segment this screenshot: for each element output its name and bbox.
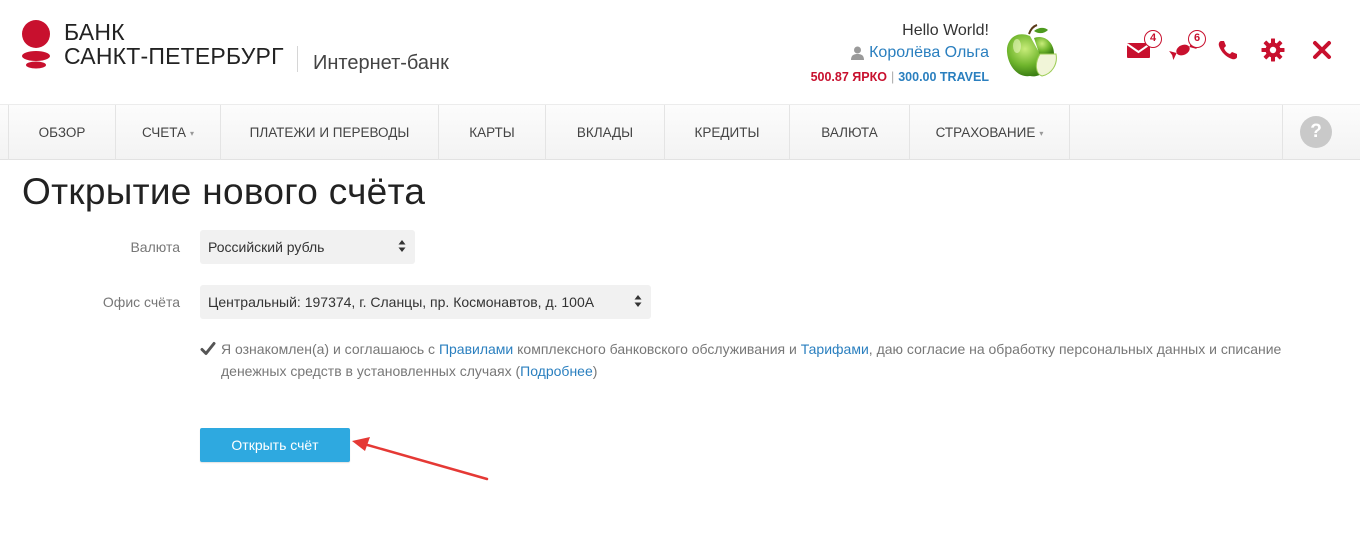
brand-line-2: САНКТ-ПЕТЕРБУРГ bbox=[64, 43, 284, 69]
nav-item-credits[interactable]: КРЕДИТЫ bbox=[665, 105, 790, 160]
rules-link[interactable]: Правилами bbox=[439, 341, 513, 357]
user-block: Hello World! Королёва Ольга 500.87 ЯРКО |… bbox=[811, 21, 989, 87]
nav-spacer bbox=[1282, 105, 1283, 160]
balances: 500.87 ЯРКО | 300.00 TRAVEL bbox=[811, 67, 989, 87]
logout-button[interactable] bbox=[1307, 36, 1337, 64]
nav-item-currency[interactable]: ВАЛЮТА bbox=[790, 105, 910, 160]
nav-item-label: ОБЗОР bbox=[38, 125, 86, 140]
brand-name[interactable]: БАНК САНКТ-ПЕТЕРБУРГ bbox=[64, 20, 284, 68]
gear-icon bbox=[1261, 38, 1285, 62]
annotation-arrow-icon bbox=[352, 437, 489, 481]
bonus-button[interactable]: 6 bbox=[1168, 30, 1206, 64]
select-arrows-icon bbox=[398, 240, 406, 252]
nav-item-label: КРЕДИТЫ bbox=[694, 125, 760, 140]
bonus-badge: 6 bbox=[1188, 30, 1206, 48]
nav-item-cards[interactable]: КАРТЫ bbox=[439, 105, 546, 160]
balance-separator: | bbox=[890, 70, 895, 84]
nav-item-label: СЧЕТА bbox=[141, 125, 187, 140]
bank-logo-icon bbox=[22, 20, 50, 69]
greeting: Hello World! bbox=[902, 22, 989, 39]
select-arrows-icon bbox=[634, 295, 642, 307]
user-name-link[interactable]: Королёва Ольга bbox=[851, 41, 989, 65]
more-link[interactable]: Подробнее bbox=[520, 363, 593, 379]
nav-item-label: ВАЛЮТА bbox=[821, 125, 878, 140]
brand-subtitle: Интернет-банк bbox=[313, 52, 449, 74]
office-label: Офис счёта bbox=[102, 294, 180, 310]
nav-item-label: ВКЛАДЫ bbox=[576, 125, 634, 140]
messages-badge: 4 bbox=[1144, 30, 1162, 48]
settings-button[interactable] bbox=[1258, 36, 1288, 64]
help-icon[interactable]: ? bbox=[1300, 116, 1332, 148]
currency-label: Валюта bbox=[130, 239, 180, 255]
header: БАНК САНКТ-ПЕТЕРБУРГ Интернет-банк Hello… bbox=[0, 0, 1360, 104]
nav-item-deposits[interactable]: ВКЛАДЫ bbox=[546, 105, 665, 160]
agreement-text-part: ) bbox=[592, 363, 598, 379]
currency-select[interactable]: Российский рубль bbox=[200, 230, 415, 264]
user-name: Королёва Ольга bbox=[869, 44, 989, 61]
nav-item-overview[interactable]: ОБЗОР bbox=[8, 105, 116, 160]
office-select-value: Центральный: 197374, г. Сланцы, пр. Косм… bbox=[208, 294, 595, 310]
balance-primary[interactable]: 500.87 ЯРКО bbox=[811, 70, 887, 84]
nav-item-payments[interactable]: ПЛАТЕЖИ И ПЕРЕВОДЫ bbox=[221, 105, 439, 160]
balance-secondary[interactable]: 300.00 TRAVEL bbox=[898, 70, 989, 84]
agreement-text: Я ознакомлен(а) и соглашаюсь с Правилами… bbox=[200, 338, 1330, 382]
user-icon bbox=[851, 46, 865, 60]
main-nav: ОБЗОР СЧЕТА ▾ ПЛАТЕЖИ И ПЕРЕВОДЫ КАРТЫ В… bbox=[0, 104, 1360, 160]
agreement-text-part: комплексного банковского обслуживания и bbox=[513, 341, 801, 357]
nav-item-label: КАРТЫ bbox=[469, 125, 515, 140]
nav-item-accounts[interactable]: СЧЕТА ▾ bbox=[116, 105, 221, 160]
brand-line-1: БАНК bbox=[64, 19, 125, 45]
nav-item-label: ПЛАТЕЖИ И ПЕРЕВОДЫ bbox=[249, 125, 410, 140]
currency-select-value: Российский рубль bbox=[208, 239, 325, 255]
page-title: Открытие нового счёта bbox=[22, 171, 426, 212]
chevron-down-icon: ▾ bbox=[1039, 128, 1044, 138]
close-icon bbox=[1313, 41, 1331, 59]
agreement-text-part: Я ознакомлен(а) и соглашаюсь с bbox=[221, 341, 439, 357]
phone-icon bbox=[1218, 41, 1237, 60]
phone-button[interactable] bbox=[1213, 36, 1243, 64]
nav-item-label: СТРАХОВАНИЕ bbox=[935, 125, 1036, 140]
nav-item-insurance[interactable]: СТРАХОВАНИЕ ▾ bbox=[910, 105, 1070, 160]
agreement-block: Я ознакомлен(а) и соглашаюсь с Правилами… bbox=[200, 338, 1330, 382]
agreement-checkbox[interactable] bbox=[200, 341, 216, 357]
chevron-down-icon: ▾ bbox=[190, 128, 195, 138]
open-account-button[interactable]: Открыть счёт bbox=[200, 428, 350, 462]
avatar-apple-icon[interactable] bbox=[1004, 24, 1058, 82]
office-select[interactable]: Центральный: 197374, г. Сланцы, пр. Косм… bbox=[200, 285, 651, 319]
tariffs-link[interactable]: Тарифами bbox=[801, 341, 869, 357]
messages-button[interactable]: 4 bbox=[1124, 30, 1162, 64]
brand-divider bbox=[297, 46, 298, 72]
